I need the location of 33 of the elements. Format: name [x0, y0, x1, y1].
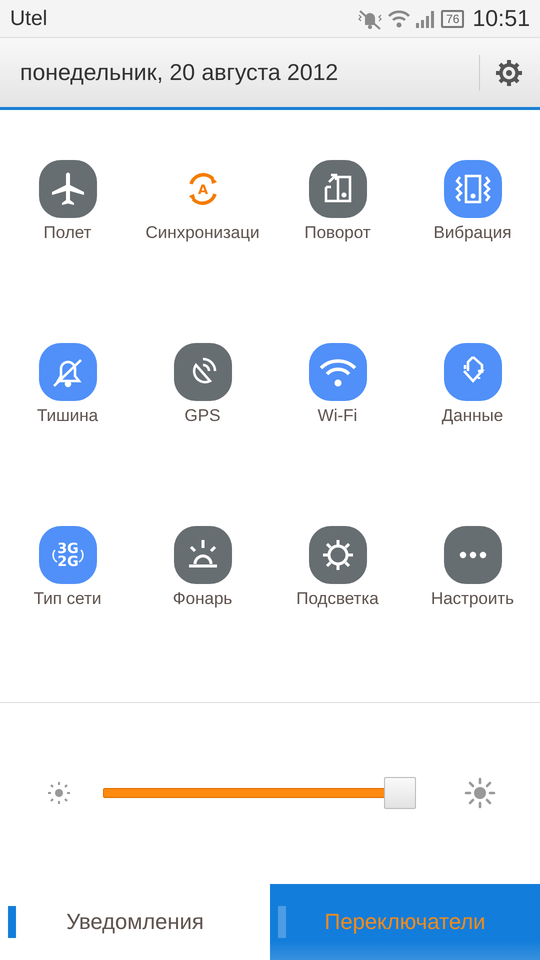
toggle-label: Wi-Fi — [318, 406, 358, 426]
toggle-label: Тишина — [36, 406, 98, 426]
toggle-label: Поворот — [304, 223, 371, 244]
date-text: понедельник, 20 августа 2012 — [20, 59, 340, 86]
toggle-label: Настроить — [430, 589, 514, 610]
toggle-label: Синхронизаци — [146, 223, 260, 244]
more-icon[interactable] — [444, 526, 502, 584]
flashlight-icon[interactable] — [174, 526, 232, 584]
toggle-label: Фонарь — [172, 589, 232, 610]
airplane-icon[interactable] — [38, 160, 96, 218]
vibrate-icon[interactable] — [444, 160, 502, 218]
toggle-label: Полет — [44, 223, 92, 244]
bell-off-icon[interactable] — [38, 343, 96, 402]
network-type-icon[interactable]: 3G 2G — [38, 526, 96, 584]
rotate-icon[interactable] — [308, 160, 366, 218]
satellite-dish-icon[interactable] — [174, 343, 232, 402]
toggle-label: Вибрация — [434, 223, 512, 244]
gear-icon[interactable] — [308, 526, 366, 584]
battery-icon: 76 — [441, 10, 464, 28]
carrier-name: Utel — [10, 6, 48, 31]
toggle-label: Данные — [442, 406, 504, 426]
toggle-label: GPS — [184, 406, 220, 426]
data-arrows-icon[interactable] — [444, 343, 502, 402]
brightness-low-icon — [47, 780, 71, 805]
settings-icon[interactable] — [494, 58, 524, 88]
slider-thumb[interactable] — [384, 776, 416, 809]
brightness-high-icon — [464, 776, 496, 809]
clock-time: 10:51 — [472, 5, 530, 32]
wifi-icon[interactable] — [308, 343, 366, 402]
tab[interactable]: Переключатели — [270, 884, 540, 960]
toggle-label: Тип сети — [34, 589, 102, 610]
toggle-label: Подсветка — [296, 589, 379, 610]
wifi-signal-icon — [387, 8, 412, 29]
